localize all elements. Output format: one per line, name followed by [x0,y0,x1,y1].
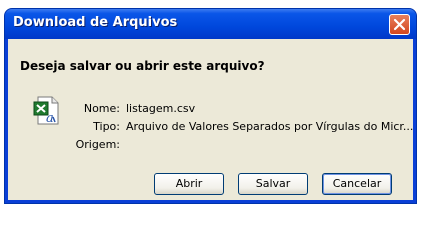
dialog-question: Deseja salvar ou abrir este arquivo? [20,59,265,73]
title-bar[interactable]: Download de Arquivos [5,9,416,39]
close-button[interactable] [389,14,410,35]
name-label: Nome: [83,102,120,115]
close-icon [393,18,406,31]
origin-label: Origem: [75,138,120,151]
type-label: Tipo: [93,120,120,133]
type-value: Arquivo de Valores Separados por Vírgula… [126,120,414,133]
save-button[interactable]: Salvar [238,173,308,195]
name-value: listagem.csv [126,102,196,115]
dialog-title: Download de Arquivos [13,15,178,30]
dialog-body: Deseja salvar ou abrir este arquivo? a N… [8,39,413,200]
open-button[interactable]: Abrir [154,173,224,195]
download-dialog-window: Download de Arquivos Deseja salvar ou ab… [5,9,416,203]
cancel-button[interactable]: Cancelar [322,173,392,195]
